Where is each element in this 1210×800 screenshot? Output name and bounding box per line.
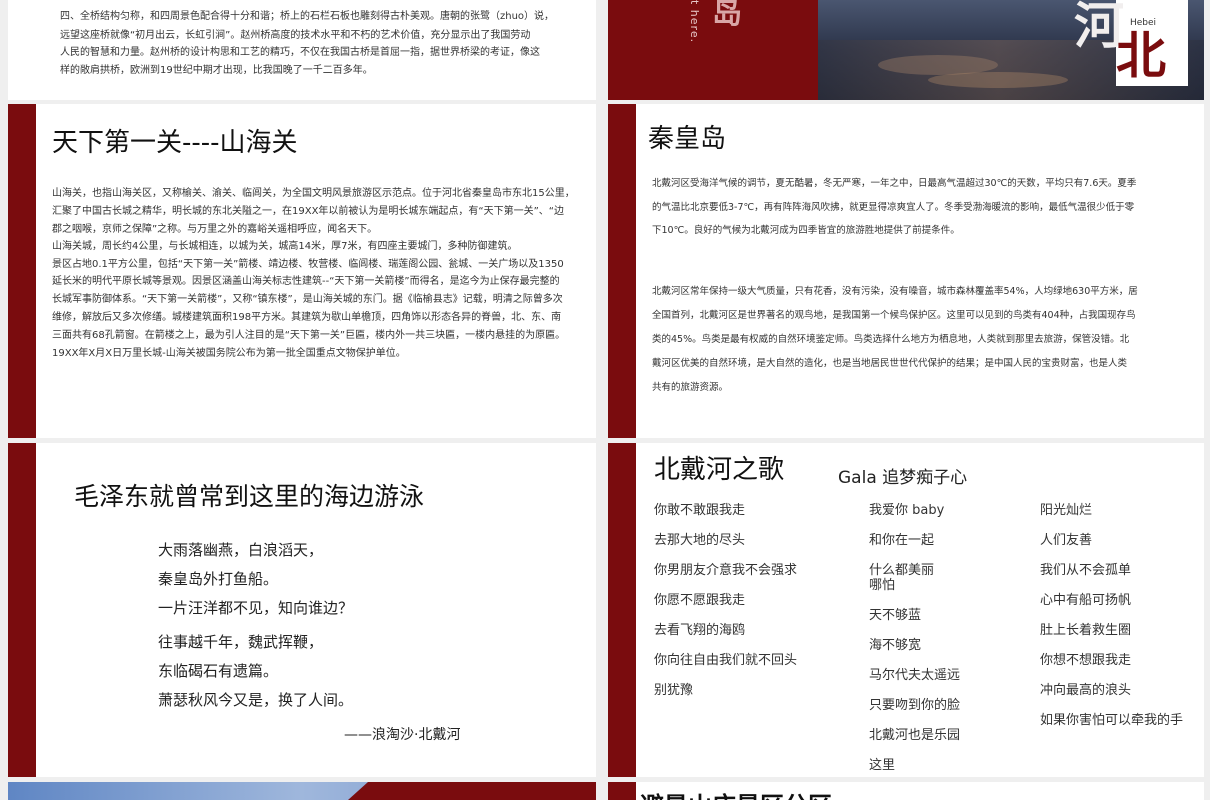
- big-char-bei: 北: [1116, 27, 1166, 85]
- lyric-line: 哪怕: [869, 578, 896, 593]
- paragraph-line: 北戴河区受海洋气候的调节，夏无酷暑，冬无严寒，一年之中，日最高气温超过30℃的天…: [652, 178, 1137, 189]
- poem-line: 一片汪洋都不见，知向谁边？: [158, 599, 354, 617]
- slide-zhaozhou-bridge[interactable]: 四、全桥结构匀称，和四周景色配合得十分和谐；桥上的石栏石板也雕刻得古朴美观。唐朝…: [8, 0, 596, 100]
- paragraph-line: 样的敞肩拱桥，欧洲到19世纪中期才出现，比我国晚了一千二百多年。: [60, 65, 373, 76]
- paragraph-line: 山海关城，周长约4公里，与长城相连，以城为关，城高14米，厚7米，有四座主要城门…: [52, 241, 518, 252]
- paragraph-line: 戴河区优美的自然环境，是大自然的造化，也是当地居民世世代代保护的结果；是中国人民…: [652, 358, 1128, 369]
- slide-beidaihe-song[interactable]: 北戴河之歌 Gala 追梦痴子心 你敢不敢跟我走 去那大地的尽头 你男朋友介意我…: [608, 443, 1204, 777]
- lyric-line: 阳光灿烂: [1040, 503, 1093, 518]
- lyric-line: 去看飞翔的海鸥: [654, 623, 746, 638]
- lyric-line: 人们友善: [1040, 533, 1093, 548]
- poem-line: 秦皇岛外打鱼船。: [158, 570, 279, 588]
- lyric-line: 你向往自由我们就不回头: [654, 653, 798, 668]
- paragraph-line: 三面共有68孔箭窗。在箭楼之上，最为引人注目的是“天下第一关”巨匾，楼内外一共三…: [52, 330, 566, 341]
- accent-bar: [608, 782, 636, 800]
- paragraph-line: 长城军事防御体系。“天下第一关箭楼”，又称“镇东楼”，是山海关城的东门。据《临榆…: [52, 294, 563, 305]
- lyric-line: 肚上长着救生圈: [1040, 623, 1132, 638]
- lyric-line: 什么都美丽: [869, 563, 935, 578]
- lyric-line: 北戴河也是乐园: [869, 728, 961, 743]
- paragraph-line: 19XX年X月X日万里长城-山海关被国务院公布为第一批全国重点文物保护单位。: [52, 348, 406, 359]
- slide-photo-partial[interactable]: [8, 782, 596, 800]
- slide-title: 避暑山庄景区分区: [640, 786, 832, 800]
- paragraph-line: 人民的智慧和力量。赵州桥的设计构思和工艺的精巧，不仅在我国古桥是首屈一指，据世界…: [60, 47, 540, 58]
- paragraph-line: 全国首列，北戴河区是世界著名的观鸟地，是我国第一个候鸟保护区。这里可以见到的鸟类…: [652, 310, 1136, 321]
- accent-bar: [8, 104, 36, 438]
- sky-photo: [8, 782, 596, 800]
- lyric-line: 海不够宽: [869, 638, 922, 653]
- paragraph-line: 北戴河区常年保持一级大气质量，只有花香，没有污染，没有噪音，城市森林覆盖率54%…: [652, 286, 1138, 297]
- lyric-line: 冲向最高的浪头: [1040, 683, 1132, 698]
- paragraph-line: 山海关，也指山海关区，又称榆关、渝关、临闾关，为全国文明风景旅游区示范点。位于河…: [52, 188, 575, 199]
- accent-bar: [608, 443, 636, 777]
- lyric-line: 我们从不会孤单: [1040, 563, 1132, 578]
- paragraph-line: 延长米的明代平原长城等景观。因景区涵盖山海关标志性建筑--“天下第一关箭楼”而得…: [52, 276, 560, 287]
- poem-line: 往事越千年，魏武挥鞭，: [158, 633, 324, 651]
- poem-attribution: ——浪淘沙·北戴河: [344, 727, 461, 743]
- lyric-line: 去那大地的尽头: [654, 533, 746, 548]
- slide-title: 天下第一关----山海关: [52, 128, 298, 158]
- lyric-line: 心中有船可扬帆: [1040, 593, 1132, 608]
- lyric-line: 马尔代夫太遥远: [869, 668, 961, 683]
- lyric-line: 你敢不敢跟我走: [654, 503, 746, 518]
- paragraph-line: 下10℃。良好的气候为北戴河成为四季皆宜的旅游胜地提供了前提条件。: [652, 225, 960, 236]
- lyric-line: 你想不想跟我走: [1040, 653, 1132, 668]
- paragraph-line: 四、全桥结构匀称，和四周景色配合得十分和谐；桥上的石栏石板也雕刻得古朴美观。唐朝…: [60, 11, 555, 22]
- poem-line: 萧瑟秋风今又是，换了人间。: [158, 691, 354, 709]
- slide-hebei-title[interactable]: t here. 岛 河 Hebei 北: [608, 0, 1204, 100]
- paragraph-line: 维修，解放后又多次修缮。城楼建筑面积198平方米。其建筑为歇山单檐顶，四角饰以形…: [52, 312, 562, 323]
- lyric-line: 如果你害怕可以牵我的手: [1040, 713, 1184, 728]
- lyric-line: 别犹豫: [654, 683, 694, 698]
- lyric-line: 我爱你 baby: [869, 503, 945, 518]
- slide-title: 秦皇岛: [648, 124, 727, 154]
- lyric-line: 天不够蓝: [869, 608, 922, 623]
- slide-title: 北戴河之歌: [654, 455, 785, 485]
- lyric-line: 你男朋友介意我不会强求: [654, 563, 798, 578]
- vertical-caption: t here.: [688, 0, 701, 44]
- big-char-dao: 岛: [712, 0, 742, 31]
- poem-line: 大雨落幽燕，白浪滔天，: [158, 541, 324, 559]
- paragraph-line: 类的45%。鸟类是最有权威的自然环境鉴定师。鸟类选择什么地方为栖息地，人类就到那…: [652, 334, 1130, 345]
- slide-mao-poem[interactable]: 毛泽东就曾常到这里的海边游泳 大雨落幽燕，白浪滔天， 秦皇岛外打鱼船。 一片汪洋…: [8, 443, 596, 777]
- accent-bar: [608, 104, 636, 438]
- lyric-line: 这里: [869, 758, 896, 773]
- lyric-line: 只要吻到你的脸: [869, 698, 961, 713]
- slide-qinhuangdao[interactable]: 秦皇岛 北戴河区受海洋气候的调节，夏无酷暑，冬无严寒，一年之中，日最高气温超过3…: [608, 104, 1204, 438]
- lyric-line: 你愿不愿跟我走: [654, 593, 746, 608]
- paragraph-line: 汇聚了中国古长城之精华，明长城的东北关隘之一，在19XX年以前被认为是明长城东端…: [52, 206, 564, 217]
- paragraph-line: 的气温比北京要低3-7℃，再有阵阵海风吹拂，就更显得凉爽宜人了。冬季受渤海暖流的…: [652, 202, 1135, 213]
- poem-line: 东临碣石有遗篇。: [158, 662, 279, 680]
- lyric-line: 和你在一起: [869, 533, 935, 548]
- accent-bar: [8, 443, 36, 777]
- slide-summer-resort[interactable]: 避暑山庄景区分区: [608, 782, 1204, 800]
- slide-shanhaiguan[interactable]: 天下第一关----山海关 山海关，也指山海关区，又称榆关、渝关、临闾关，为全国文…: [8, 104, 596, 438]
- paragraph-line: 共有的旅游资源。: [652, 382, 729, 393]
- slide-title: 毛泽东就曾常到这里的海边游泳: [74, 482, 425, 511]
- slide-subtitle: Gala 追梦痴子心: [838, 468, 968, 488]
